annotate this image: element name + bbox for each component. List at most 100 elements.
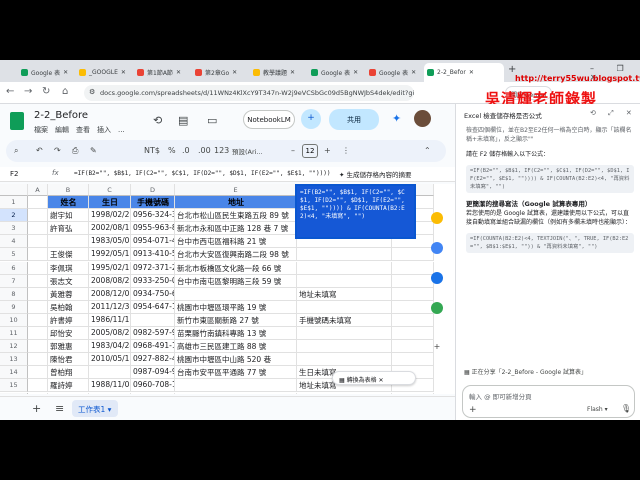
cell[interactable]: 高雄市三民區建工路 88 號 — [175, 340, 297, 354]
cell[interactable] — [28, 235, 48, 249]
font-size-minus-icon[interactable]: – — [291, 146, 295, 155]
name-box[interactable]: F2 — [10, 170, 18, 178]
cell[interactable]: 手機號碼未填寫 — [297, 313, 392, 327]
add-addon-icon[interactable]: + — [431, 342, 443, 354]
cell[interactable]: 2008/12/05 — [89, 287, 131, 301]
cell[interactable]: 李佩琪 — [48, 261, 89, 275]
tab-close-icon[interactable]: ✕ — [469, 69, 474, 76]
cell[interactable]: 吳柏翰 — [48, 300, 89, 314]
cell[interactable]: 曾柏翔 — [48, 366, 89, 380]
reload-icon[interactable]: ↻ — [42, 86, 50, 97]
menu-item[interactable]: 編輯 — [55, 126, 69, 134]
browser-tab[interactable]: 教學議題 ✕ — [250, 63, 306, 82]
code-block-1[interactable]: =IF(B2="", $B$1, IF(C2="", $C$1, IF(D2="… — [466, 165, 634, 193]
gemini-spark-icon[interactable]: ✦ — [392, 112, 401, 125]
cell[interactable] — [28, 327, 48, 341]
cell[interactable] — [297, 392, 392, 394]
cell[interactable]: 地址 — [175, 196, 297, 210]
row-header[interactable]: 11 — [0, 327, 28, 341]
cell[interactable]: 1998/02/22 — [89, 209, 131, 223]
more-options-icon[interactable]: ⋮ — [342, 146, 350, 155]
cell[interactable]: 0954-647-127 — [131, 300, 175, 314]
decrease-decimal-icon[interactable]: .0 — [182, 146, 190, 155]
cell[interactable] — [297, 340, 392, 354]
row-header[interactable]: 5 — [0, 248, 28, 262]
history-icon[interactable]: ⟲ — [153, 114, 162, 127]
cell[interactable]: 0934-750-620 — [131, 287, 175, 301]
cell[interactable] — [28, 392, 48, 394]
currency-button[interactable]: NT$ — [144, 146, 160, 155]
contacts-icon[interactable] — [431, 272, 443, 284]
chat-input[interactable]: 輸入 @ 即可新增分頁 + Flash ▾ 🎙 — [462, 385, 635, 418]
cell[interactable]: 1986/11/18 — [89, 313, 131, 327]
cell[interactable] — [28, 313, 48, 327]
cell[interactable]: 新北市永和區中正路 128 巷 7 號 — [175, 222, 297, 236]
model-select[interactable]: Flash ▾ — [587, 406, 608, 413]
tab-close-icon[interactable]: ✕ — [353, 69, 358, 76]
mic-icon[interactable]: 🎙 — [621, 404, 631, 413]
formula-edit-popup[interactable]: =IF(B2="", $B$1, IF(C2="", $C$1, IF(D2="… — [295, 184, 416, 239]
cell[interactable]: 0926-988-780 — [131, 392, 175, 394]
tab-close-icon[interactable]: ✕ — [63, 69, 68, 76]
cell[interactable]: 2008/08/29 — [89, 274, 131, 288]
row-header[interactable]: 1 — [0, 196, 28, 210]
cell[interactable]: 0913-410-599 — [131, 248, 175, 262]
cell[interactable]: 台北市大安區復興南路二段 98 號 — [175, 248, 297, 262]
cell[interactable] — [131, 313, 175, 327]
home-icon[interactable]: ⌂ — [62, 86, 68, 97]
column-header[interactable]: C — [89, 184, 131, 196]
sidebar-controls[interactable]: ⟲ ⤢ ✕ — [590, 109, 637, 118]
cell[interactable]: 桃園市中壢區環平路 19 號 — [175, 300, 297, 314]
cell[interactable] — [175, 379, 297, 393]
keep-icon[interactable] — [431, 212, 443, 224]
doc-title[interactable]: 2-2_Before — [34, 110, 88, 121]
cell[interactable] — [28, 209, 48, 223]
cell[interactable]: 0987-094-998 — [131, 366, 175, 380]
cell[interactable] — [28, 340, 48, 354]
cell[interactable] — [297, 274, 392, 288]
cell[interactable]: 1988/11/05 — [89, 379, 131, 393]
browser-tab[interactable]: 第2章Go ✕ — [192, 63, 248, 82]
row-header[interactable]: 4 — [0, 235, 28, 249]
all-sheets-icon[interactable]: ≡ — [55, 402, 64, 415]
cell[interactable]: 黃雅蓉 — [48, 287, 89, 301]
row-header[interactable]: 10 — [0, 313, 28, 327]
paint-format-icon[interactable]: ✎ — [90, 146, 97, 155]
cell[interactable]: 0960-708-165 — [131, 379, 175, 393]
cell[interactable]: 王俊傑 — [48, 248, 89, 262]
convert-to-table-chip[interactable]: ▦ 轉換為表格 ✕ — [332, 371, 416, 385]
menu-item[interactable]: 插入 — [97, 126, 111, 134]
tab-close-icon[interactable]: ✕ — [176, 69, 181, 76]
cell[interactable]: 1995/02/12 — [89, 261, 131, 275]
cell[interactable]: 謝宇如 — [48, 209, 89, 223]
sheet-tab[interactable]: 工作表1 ▾ — [72, 400, 118, 417]
cell[interactable]: 1992/10/10 — [89, 392, 131, 394]
cell[interactable]: 高雄市鳳山區文化路 67 號 — [175, 392, 297, 394]
column-header[interactable]: E — [175, 184, 297, 196]
cell[interactable]: 張志文 — [48, 274, 89, 288]
cell[interactable]: 姓名 — [48, 196, 89, 210]
cell[interactable] — [28, 248, 48, 262]
column-header[interactable]: B — [48, 184, 89, 196]
undo-icon[interactable]: ↶ — [36, 146, 43, 155]
collapse-menu-icon[interactable]: ⌃ — [424, 146, 431, 155]
browser-tab[interactable]: _GOOGLE ✕ — [76, 63, 132, 82]
code-block-2[interactable]: =IF(COUNTA(B2:E2)<4, TEXTJOIN("、", TRUE,… — [466, 233, 634, 253]
maps-icon[interactable] — [431, 302, 443, 314]
attach-icon[interactable]: + — [469, 405, 477, 415]
row-header[interactable]: 14 — [0, 366, 28, 380]
cell[interactable]: 2002/08/11 — [89, 222, 131, 236]
cell[interactable]: 桃園市中壢區中山路 520 巷 — [175, 353, 297, 367]
back-icon[interactable]: ← — [6, 86, 14, 97]
cell[interactable]: 陳怡君 — [48, 353, 89, 367]
cell[interactable]: 0955-963-854 — [131, 222, 175, 236]
cell[interactable]: 0982-597-901 — [131, 327, 175, 341]
cell[interactable]: 苗栗縣竹南鎮科專路 13 號 — [175, 327, 297, 341]
font-size-input[interactable]: 12 — [302, 144, 318, 158]
cell[interactable] — [28, 287, 48, 301]
cell[interactable]: 0972-371-299 — [131, 261, 175, 275]
cell[interactable] — [28, 196, 48, 210]
column-header[interactable]: D — [131, 184, 175, 196]
cell[interactable]: 0927-882-411 — [131, 353, 175, 367]
cell[interactable] — [28, 379, 48, 393]
